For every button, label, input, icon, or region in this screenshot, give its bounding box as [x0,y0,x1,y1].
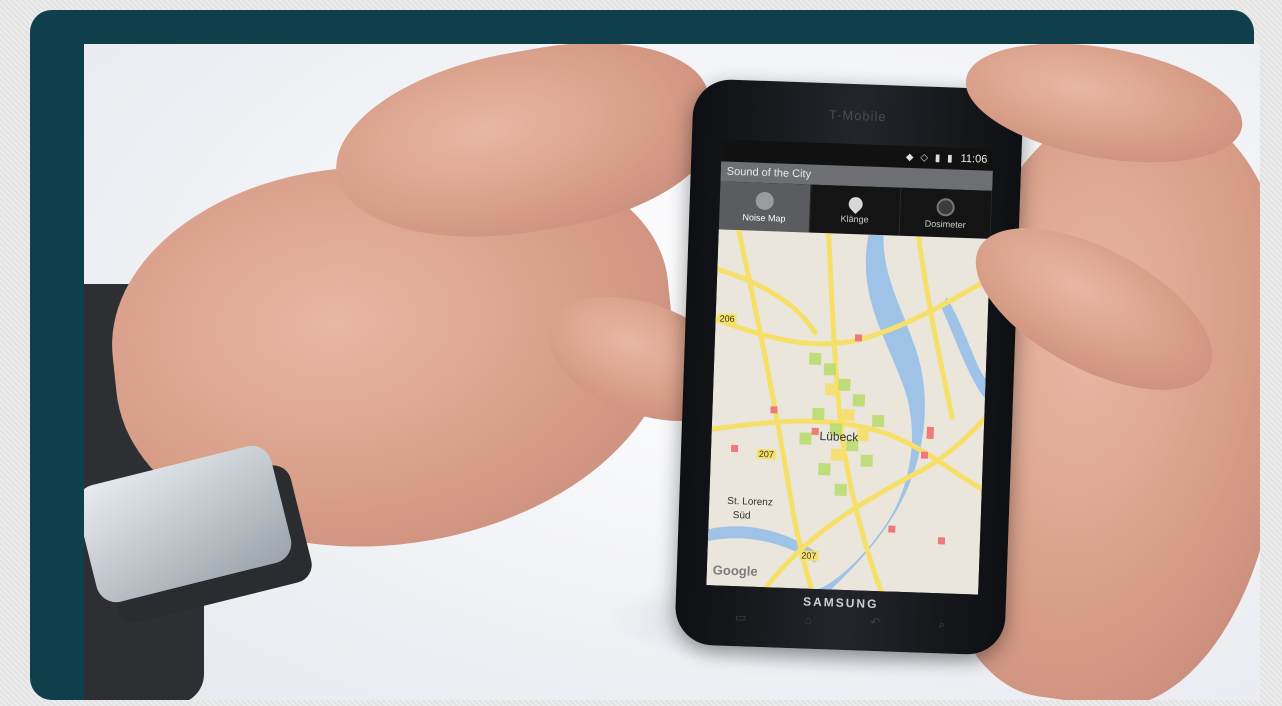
map-road-label: 207 [756,448,777,460]
menu-key-icon[interactable]: ▭ [735,610,747,625]
photo: T-Mobile ◆ ◇ ▮ ▮ 11:06 Sound of the City… [84,44,1260,700]
noise-map[interactable]: Lübeck St. Lorenz Süd 207 207 206 Google [706,229,991,595]
photo-frame: T-Mobile ◆ ◇ ▮ ▮ 11:06 Sound of the City… [30,10,1260,700]
tab-label: Klänge [840,213,869,225]
smartphone: T-Mobile ◆ ◇ ▮ ▮ 11:06 Sound of the City… [674,78,1024,656]
map-road-label: 206 [717,313,737,325]
dosimeter-icon [936,197,956,217]
map-district-label: St. Lorenz [727,495,773,509]
status-time: 11:06 [960,152,988,166]
carrier-logo: T-Mobile [828,107,887,125]
tab-label: Dosimeter [924,218,966,230]
tab-dosimeter[interactable]: Dosimeter [899,187,993,239]
map-attribution: Google [712,562,758,579]
phone-brand: SAMSUNG [802,594,879,612]
map-district-label: Süd [732,510,751,522]
location-pin-icon [845,193,866,214]
map-city-label: Lübeck [819,429,859,445]
soft-keys: ▭ ⌂ ↶ ⌕ [735,610,945,632]
back-key-icon[interactable]: ↶ [870,615,881,630]
status-icons: ◆ ◇ ▮ ▮ [905,151,955,165]
map-graphic [707,229,991,594]
tab-klaenge[interactable]: Klänge [809,184,902,236]
home-key-icon[interactable]: ⌂ [804,613,812,628]
tab-noise-map[interactable]: Noise Map [718,181,812,233]
map-road-label: 207 [799,550,819,562]
phone-screen: ◆ ◇ ▮ ▮ 11:06 Sound of the City Noise Ma… [706,139,994,595]
tab-label: Noise Map [742,211,786,224]
noise-map-icon [755,191,774,210]
search-key-icon[interactable]: ⌕ [938,617,945,632]
